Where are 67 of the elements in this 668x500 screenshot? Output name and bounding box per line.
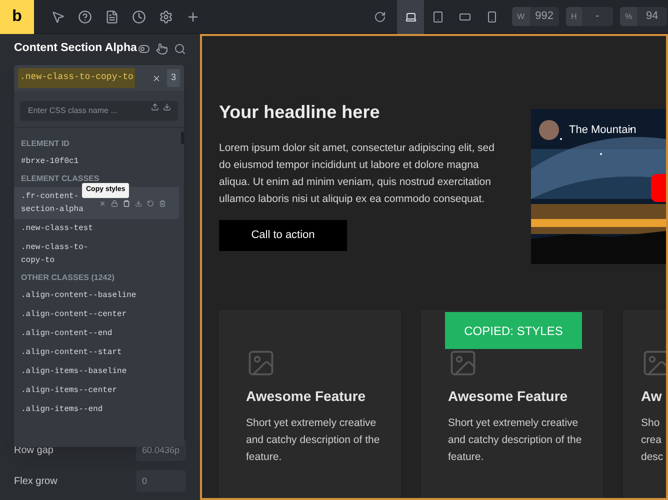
field-value: 992: [534, 9, 554, 24]
landscape-icon: [458, 10, 470, 22]
close-icon[interactable]: [152, 74, 161, 82]
image-icon: [641, 348, 666, 378]
field-value: 94: [644, 9, 660, 24]
upload-icon[interactable]: [151, 103, 159, 111]
video-title: The Mountain: [569, 123, 636, 138]
download-icon[interactable]: [135, 200, 142, 206]
delete-icon[interactable]: [159, 200, 166, 206]
plus-icon[interactable]: [186, 10, 200, 24]
lock-icon[interactable]: [111, 200, 118, 206]
class-item[interactable]: .align-content--baseline: [14, 286, 179, 305]
size-field[interactable]: H -: [566, 7, 613, 26]
class-item[interactable]: .align-items--center: [14, 381, 179, 400]
image-icon: [448, 348, 478, 378]
class-item[interactable]: .align-content--center: [14, 305, 179, 324]
toast: COPIED: STYLES: [445, 312, 582, 349]
field-label: %: [620, 7, 638, 26]
refresh-icon[interactable]: [374, 10, 386, 22]
help-icon[interactable]: [78, 10, 92, 24]
section-heading: ELEMENT CLASSES: [21, 173, 100, 185]
feature-title: Aw: [641, 387, 663, 406]
size-field[interactable]: % 94: [620, 7, 667, 26]
tablet-icon: [432, 10, 444, 22]
feature-text: Short yet extremely creative and catchy description of the feature.: [246, 416, 381, 465]
class-item[interactable]: .align-items--end: [14, 400, 179, 419]
class-item[interactable]: .align-content--end: [14, 324, 179, 343]
image-icon: [246, 348, 276, 378]
field-label: H: [566, 7, 582, 26]
remove-icon[interactable]: [99, 200, 106, 206]
section-heading: OTHER CLASSES (1242): [21, 272, 114, 284]
feature-title: Awesome Feature: [246, 387, 367, 406]
feature-text: Short yet extremely creative and catchy description of the feature.: [448, 416, 583, 465]
class-item[interactable]: .new-class-to-copy-to: [14, 238, 179, 270]
cta-button[interactable]: Call to action: [219, 220, 347, 251]
desktop-view-button[interactable]: [397, 0, 424, 34]
field-label: W: [512, 7, 530, 26]
class-item[interactable]: .new-class-test: [14, 219, 179, 238]
search-field[interactable]: Enter CSS class name ...: [20, 100, 178, 120]
download-icon[interactable]: [163, 103, 171, 111]
section-heading: ELEMENT ID: [21, 138, 70, 150]
page-icon[interactable]: [105, 10, 119, 24]
field-value: -: [594, 9, 600, 24]
panel-title: Content Section Alpha: [14, 41, 137, 56]
property-label: Flex grow: [14, 474, 58, 488]
headline: Your headline here: [219, 101, 381, 124]
desktop-icon: [404, 10, 416, 22]
logo[interactable]: b: [0, 0, 34, 34]
size-field[interactable]: W 992: [512, 7, 559, 26]
class-item[interactable]: #brxe-10f0c1: [14, 152, 179, 171]
cursor-icon[interactable]: [51, 10, 65, 24]
clock-icon[interactable]: [132, 10, 146, 24]
settings-icon[interactable]: [159, 10, 173, 24]
class-count: 3: [166, 69, 180, 87]
property-input[interactable]: 0: [136, 470, 186, 492]
pointer-icon[interactable]: [156, 43, 168, 55]
clipboard-icon[interactable]: [123, 200, 130, 206]
active-class-tag[interactable]: .new-class-to-copy-to: [18, 68, 136, 88]
search-icon[interactable]: [174, 43, 186, 55]
phone-icon: [486, 10, 498, 22]
feature-text: Sho crea desc: [641, 416, 664, 465]
class-item[interactable]: .align-content--start: [14, 343, 179, 362]
toggle-icon[interactable]: [138, 43, 150, 55]
class-item[interactable]: .align-items--baseline: [14, 362, 179, 381]
feature-title: Awesome Feature: [448, 387, 569, 406]
reset-icon[interactable]: [147, 200, 154, 206]
body-text: Lorem ipsum dolor sit amet, consectetur adipiscing elit, sed do eiusmod tempor incididunt ut labore et dolore magna aliqua. Ut enim ad minim veniam, quis nostrud exercitation ullamco laboris nisi ut aliquip ex ea commodo consequat.: [219, 141, 496, 207]
